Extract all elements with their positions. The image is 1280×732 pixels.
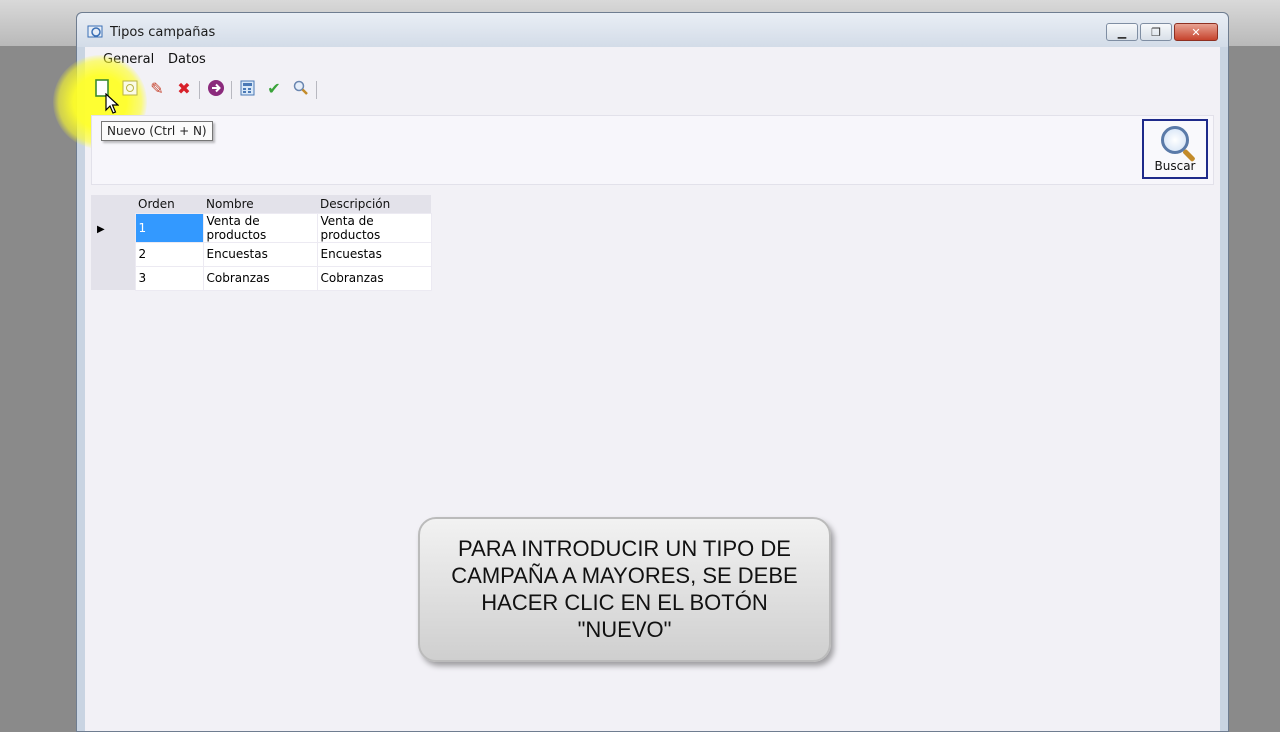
grid-header-row: Orden Nombre Descripción	[91, 195, 431, 213]
search-tool-button[interactable]	[290, 77, 312, 99]
window-controls: ▁ ❐ ✕	[1106, 23, 1218, 41]
buscar-button[interactable]: Buscar	[1142, 119, 1208, 179]
view-button[interactable]	[119, 77, 141, 99]
cell-descripcion[interactable]: Cobranzas	[316, 265, 432, 291]
delete-button[interactable]: ✖	[173, 77, 195, 99]
cell-descripcion[interactable]: Encuestas	[316, 241, 432, 267]
row-header[interactable]	[91, 242, 135, 266]
cell-orden[interactable]: 2	[134, 241, 204, 267]
toolbar-separator	[316, 81, 317, 99]
menu-bar: General Datos	[85, 47, 1220, 71]
accept-button[interactable]: ✔	[263, 77, 285, 99]
maximize-button[interactable]: ❐	[1140, 23, 1172, 41]
cell-nombre[interactable]: Cobranzas	[202, 265, 318, 291]
table-row[interactable]: ▶ 1 Venta de productos Venta de producto…	[91, 212, 432, 243]
minimize-button[interactable]: ▁	[1106, 23, 1138, 41]
window-title: Tipos campañas	[110, 25, 216, 40]
toolbar-separator	[199, 81, 200, 99]
mouse-cursor-icon	[105, 93, 119, 114]
cell-orden[interactable]: 1	[134, 212, 204, 243]
edit-icon: ✎	[150, 78, 164, 98]
column-header-descripcion[interactable]: Descripción	[317, 195, 431, 213]
edit-button[interactable]: ✎	[146, 77, 168, 99]
cell-orden[interactable]: 3	[134, 265, 204, 291]
filter-panel	[91, 115, 1214, 185]
cell-nombre[interactable]: Venta de productos	[202, 212, 318, 243]
calculator-button[interactable]	[236, 77, 258, 99]
row-header-corner	[91, 195, 135, 213]
data-grid: Orden Nombre Descripción ▶ 1 Venta de pr…	[91, 195, 432, 291]
restore-icon: ❐	[1151, 25, 1161, 39]
cell-nombre[interactable]: Encuestas	[202, 241, 318, 267]
table-row[interactable]: 2 Encuestas Encuestas	[91, 241, 432, 267]
title-bar[interactable]: Tipos campañas ▁ ❐ ✕	[77, 13, 1228, 47]
column-header-nombre[interactable]: Nombre	[203, 195, 317, 213]
table-row[interactable]: 3 Cobranzas Cobranzas	[91, 265, 432, 291]
navigate-icon	[208, 80, 224, 96]
column-header-orden[interactable]: Orden	[135, 195, 203, 213]
close-button[interactable]: ✕	[1174, 23, 1218, 41]
tooltip-new: Nuevo (Ctrl + N)	[101, 121, 213, 141]
row-header[interactable]	[91, 266, 135, 290]
row-header[interactable]: ▶	[91, 213, 135, 242]
accept-icon: ✔	[267, 78, 281, 98]
delete-icon: ✖	[177, 78, 191, 98]
toolbar-separator	[231, 81, 232, 99]
buscar-label: Buscar	[1154, 159, 1196, 173]
view-icon	[122, 80, 138, 96]
menu-datos[interactable]: Datos	[168, 52, 206, 67]
toolbar: ✎ ✖ ✔	[85, 73, 1220, 103]
calculator-icon	[240, 80, 254, 96]
current-row-arrow-icon: ▶	[97, 223, 105, 235]
instruction-caption: PARA INTRODUCIR UN TIPO DE CAMPAÑA A MAY…	[418, 517, 831, 662]
search-icon	[293, 80, 308, 95]
app-icon	[87, 25, 103, 38]
close-icon: ✕	[1191, 25, 1201, 39]
navigate-button[interactable]	[205, 77, 227, 99]
minimize-icon: ▁	[1117, 25, 1127, 39]
caption-text: PARA INTRODUCIR UN TIPO DE CAMPAÑA A MAY…	[451, 536, 798, 642]
cell-descripcion[interactable]: Venta de productos	[316, 212, 432, 243]
